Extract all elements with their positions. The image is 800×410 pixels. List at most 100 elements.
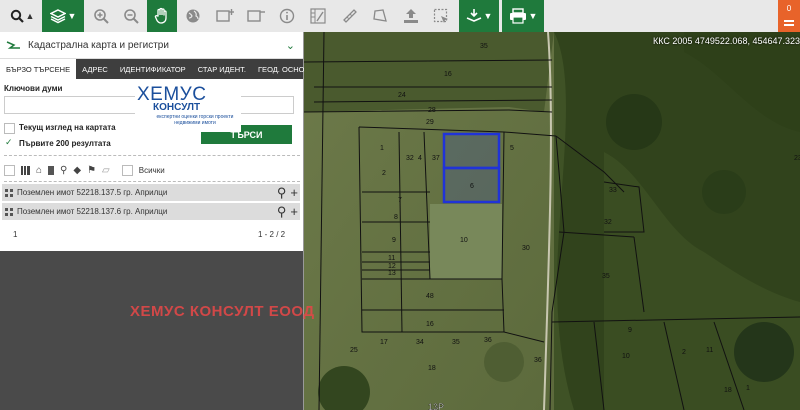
parcel-number-label: 1 [380,145,384,152]
pan-button[interactable] [147,0,177,32]
parcel-number-label: 6 [470,183,474,190]
cadastre-layer-icon [6,41,20,49]
parcel-number-label: 4 [418,155,422,162]
result-row[interactable]: Поземлен имот 52218.137.5 гр. Априлци ⚲ + [2,184,300,201]
parcel-number-label: 34 [416,339,424,346]
parcel-number-label: 10 [622,353,630,360]
chevron-down-icon: ⌄ [285,39,295,52]
add-icon[interactable]: + [290,185,298,201]
zoom-in-button[interactable] [88,0,114,32]
search-tool-button[interactable]: ▲ [2,0,42,32]
layer-selector-label: Кадастрална карта и регистри [28,39,169,51]
upload-icon [404,9,418,23]
result-range: 1 - 2 / 2 [258,230,286,239]
zoom-in-icon [94,9,109,24]
parcel-filter-icon[interactable] [21,165,30,175]
logo-tagline: експертни оценки горски проекти недвижим… [156,114,234,126]
flag-filter-icon[interactable]: ⚑ [87,165,96,176]
zoom-to-icon[interactable]: ⚲ [277,185,287,201]
current-view-checkbox[interactable] [4,123,15,134]
map-canvas[interactable]: 35 16 24 28 29 5 1 32 4 37 2 7 6 8 9 10 … [304,32,800,410]
tab-quick-search[interactable]: БЪРЗО ТЪРСЕНЕ [0,59,77,79]
separator [4,155,300,156]
parcel-number-label: 35 [602,273,610,280]
notification-badge[interactable]: 0 [778,0,800,32]
parcel-number-label: 29 [426,119,434,126]
parcel-number-label: 24 [398,92,406,99]
globe-button[interactable] [180,0,206,32]
info-button[interactable] [274,0,300,32]
parcel-number-label: 16 [426,321,434,328]
parcel-number-label: 48 [426,293,434,300]
add-layer-button[interactable] [212,0,238,32]
parcel-number-label: 35 [452,339,460,346]
zoom-out-icon [124,9,139,24]
parcel-number-label: 32 [406,155,414,162]
tab-old-identifier[interactable]: СТАР ИДЕНТ. [192,59,252,79]
print-button[interactable]: ▼ [502,0,544,32]
chevron-down-icon: ▼ [528,11,538,21]
add-icon[interactable]: + [290,204,298,220]
watermark-text: ХЕМУС КОНСУЛТ ЕООД [130,303,315,320]
chevron-down-icon: ▼ [483,11,493,21]
parcel-number-label: 17 [380,339,388,346]
layers-filter-icon[interactable]: ◆ [73,165,81,176]
add-layer-icon [216,9,234,22]
result-text: Поземлен имот 52218.137.6 гр. Априлци [17,207,168,216]
parcel-number-label: 5 [510,145,514,152]
parcel-number-label: 18 [724,387,732,394]
coordinates-readout: ККС 2005 4749522.068, 454647.323 [652,36,800,46]
polygon-filter-icon[interactable]: ▱ [102,165,110,176]
zoom-out-button[interactable] [118,0,144,32]
parcel-number-label: 36 [534,357,542,364]
parcel-number-label: 2 [382,170,386,177]
ruler-grid-icon [310,8,326,24]
ruler-icon [343,9,357,23]
result-row[interactable]: Поземлен имот 52218.137.6 гр. Априлци ⚲ + [2,203,300,220]
chevron-up-icon: ▲ [25,11,35,21]
measure-area-button[interactable] [367,0,393,32]
keywords-label: Ключови думи [4,84,63,93]
parcel-number-label: 35 [480,43,488,50]
parcel-number-label: 16 [444,71,452,78]
parcel-number-label: 32 [604,219,612,226]
first200-checkbox[interactable]: ✓ [5,137,13,148]
all-label: Всички [138,165,165,175]
zoom-to-icon[interactable]: ⚲ [277,204,287,220]
select-area-icon [433,8,448,23]
filter-checkbox[interactable] [4,164,15,176]
type-filters: ⌂ ⚲ ◆ ⚑ ▱ Всички [4,163,165,177]
parcel-number-label: 33 [609,187,617,194]
layer-selector[interactable]: Кадастрална карта и регистри ⌄ [0,32,303,59]
apartment-filter-icon[interactable] [48,165,55,175]
parcel-number-label: 2 [682,349,686,356]
parcel-number-label: 9 [392,237,396,244]
separator [4,181,300,182]
measure-grid-button[interactable] [305,0,331,32]
parcel-number-label: 28 [428,107,436,114]
download-layer-icon [466,9,481,22]
layers-button[interactable]: ▼ [42,0,84,32]
building-filter-icon[interactable]: ⌂ [36,165,42,176]
measure-distance-button[interactable] [337,0,363,32]
company-logo: ХЕМУС КОНСУЛТ експертни оценки горски пр… [135,80,241,132]
tab-address[interactable]: АДРЕС [76,59,114,79]
parcel-number-label: 25 [350,347,358,354]
parcel-number-label: 9 [628,327,632,334]
location-pin-icon[interactable]: ⚲ [60,165,67,176]
chevron-down-icon: ▼ [67,11,77,21]
add-layer-alt-button[interactable] [243,0,269,32]
parcel-number-label: 37 [432,155,440,162]
globe-icon [186,9,200,23]
download-layer-button[interactable]: ▼ [459,0,499,32]
first200-label: Първите 200 резултата [19,139,111,148]
parcel-number-label: 11 [388,255,395,262]
select-area-button[interactable] [428,0,454,32]
page-number[interactable]: 1 [13,230,17,239]
layers-icon [49,9,66,24]
all-checkbox[interactable] [121,164,133,176]
upload-button[interactable] [398,0,424,32]
logo-sub: КОНСУЛТ [153,102,201,113]
tab-identifier[interactable]: ИДЕНТИФИКАТОР [114,59,192,79]
aerial-map[interactable]: 35 16 24 28 29 5 1 32 4 37 2 7 6 8 9 10 … [304,32,800,410]
